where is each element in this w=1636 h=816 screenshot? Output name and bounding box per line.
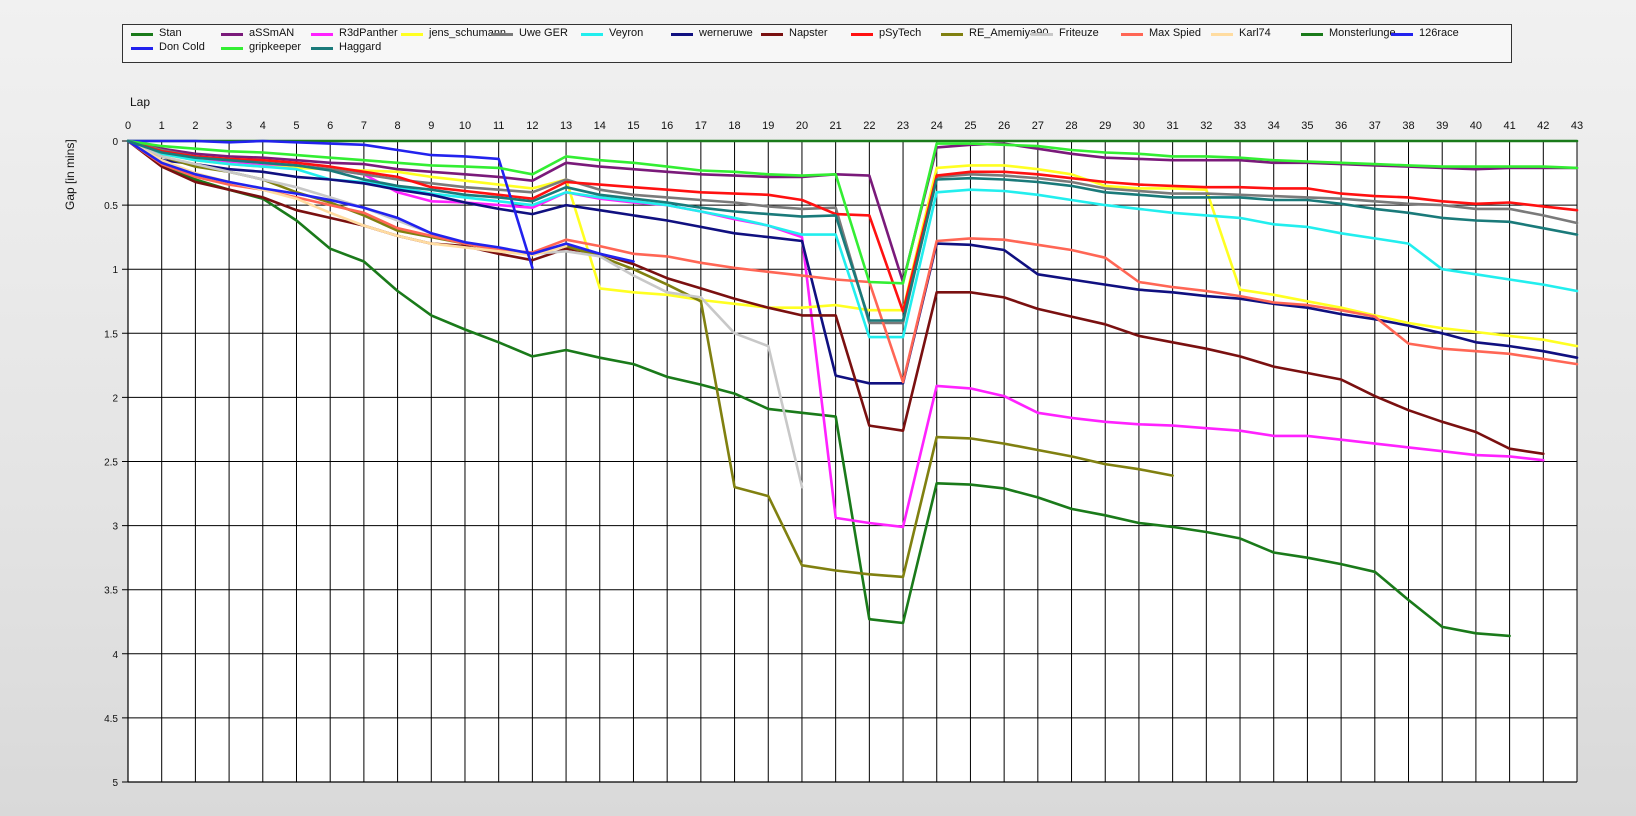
x-tick-label: 32 — [1200, 120, 1212, 132]
x-tick-label: 37 — [1369, 120, 1381, 132]
y-tick-label: 4.5 — [104, 714, 118, 725]
x-tick-label: 14 — [594, 120, 606, 132]
x-tick-label: 35 — [1301, 120, 1313, 132]
x-tick-label: 33 — [1234, 120, 1246, 132]
y-tick-label: 0.5 — [104, 201, 118, 212]
x-tick-label: 27 — [1032, 120, 1044, 132]
line-chart: 0 1 2 3 4 5 6 7 8 9 10 11 12 13 14 15 16 17 18 19 20 21 22 23 24… — [104, 120, 1583, 789]
x-tick-label: 6 — [327, 120, 333, 132]
x-tick-label: 8 — [395, 120, 401, 132]
x-tick-label: 40 — [1470, 120, 1482, 132]
x-tick-label: 34 — [1268, 120, 1280, 132]
x-tick-label: 9 — [428, 120, 434, 132]
x-tick-label: 28 — [1065, 120, 1077, 132]
x-tick-label: 0 — [125, 120, 131, 132]
x-tick-label: 41 — [1503, 120, 1515, 132]
y-tick-label: 3.5 — [104, 586, 118, 597]
x-tick-label: 22 — [863, 120, 875, 132]
x-tick-label: 16 — [661, 120, 673, 132]
x-tick-label: 1 — [159, 120, 165, 132]
x-tick-label: 26 — [998, 120, 1010, 132]
y-tick-label: 0 — [112, 137, 118, 148]
x-tick-label: 42 — [1537, 120, 1549, 132]
x-tick-label: 7 — [361, 120, 367, 132]
x-tick-label: 31 — [1167, 120, 1179, 132]
x-tick-label: 39 — [1436, 120, 1448, 132]
x-tick-label: 4 — [260, 120, 266, 132]
x-tick-label: 10 — [459, 120, 471, 132]
x-tick-label: 12 — [526, 120, 538, 132]
y-tick-label: 1 — [112, 265, 118, 276]
y-tick-label: 3 — [112, 522, 118, 533]
x-tick-label: 3 — [226, 120, 232, 132]
x-tick-label: 43 — [1571, 120, 1583, 132]
x-tick-label: 29 — [1099, 120, 1111, 132]
x-tick-label: 25 — [964, 120, 976, 132]
x-tick-label: 15 — [627, 120, 639, 132]
y-tick-label: 2 — [112, 393, 118, 404]
x-tick-label: 38 — [1402, 120, 1414, 132]
x-tick-label: 36 — [1335, 120, 1347, 132]
x-tick-label: 18 — [728, 120, 740, 132]
x-tick-label: 17 — [695, 120, 707, 132]
x-tick-label: 5 — [293, 120, 299, 132]
y-tick-label: 5 — [112, 778, 118, 789]
x-tick-label: 19 — [762, 120, 774, 132]
x-tick-label: 24 — [931, 120, 943, 132]
x-tick-label: 2 — [192, 120, 198, 132]
y-tick-label: 4 — [112, 650, 118, 661]
x-tick-label: 20 — [796, 120, 808, 132]
x-tick-label: 13 — [560, 120, 572, 132]
x-tick-label: 30 — [1133, 120, 1145, 132]
x-tick-label: 11 — [493, 120, 504, 132]
y-tick-label: 2.5 — [104, 458, 118, 469]
x-tick-label: 21 — [830, 120, 842, 132]
y-tick-label: 1.5 — [104, 329, 118, 340]
x-tick-label: 23 — [897, 120, 909, 132]
